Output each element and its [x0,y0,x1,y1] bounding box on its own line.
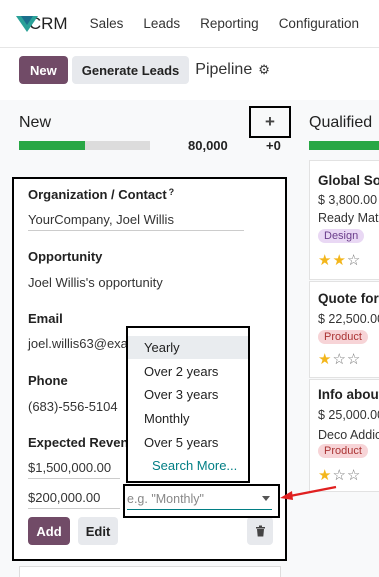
star-icon[interactable]: ☆ [347,252,361,269]
org-contact-label: Organization / Contact? [28,187,175,202]
dropdown-option[interactable]: Over 3 years [128,383,248,406]
column-delta: +0 [266,138,281,153]
dropdown-option[interactable]: Yearly [128,336,248,359]
page-title: Pipeline [195,61,253,78]
priority-stars[interactable]: ★★☆ [318,251,361,269]
star-icon[interactable]: ★ [332,252,346,269]
nav-item-configuration[interactable]: Configuration [279,16,359,31]
nav-item-reporting[interactable]: Reporting [200,16,259,31]
column-title-qualified[interactable]: Qualified [309,114,372,132]
field-underline [127,509,272,510]
star-icon[interactable]: ☆ [347,351,361,368]
card-title: Info about [318,387,379,402]
star-icon[interactable]: ☆ [347,467,361,484]
card-tag: Product [318,330,368,344]
trash-icon[interactable] [247,517,273,545]
dropdown-option[interactable]: Over 2 years [128,360,248,383]
field-underline [28,230,244,231]
opportunity-field[interactable]: Joel Willis's opportunity [28,275,163,290]
column-title-new[interactable]: New [19,114,51,132]
priority-stars[interactable]: ★☆☆ [318,350,361,368]
card-amount: $ 22,500.00 [318,312,379,326]
add-button[interactable]: Add [28,517,70,545]
field-underline [28,478,120,479]
crm-logo-icon[interactable] [16,14,38,34]
gear-icon[interactable]: ⚙ [258,62,270,78]
help-tooltip-icon[interactable]: ? [169,187,175,197]
email-field[interactable]: joel.willis63@exam [28,336,139,351]
card-tag: Product [318,444,368,458]
card-tag: Design [318,229,365,243]
star-icon[interactable]: ☆ [332,351,346,368]
nav-item-sales[interactable]: Sales [90,16,124,31]
email-label: Email [28,311,63,326]
dropdown-option[interactable]: Monthly [128,407,248,430]
kanban-card[interactable]: Info about $ 25,000.00 Deco Addic Produc… [309,379,379,492]
card-amount: $ 3,800.00 [318,193,378,207]
card-company: Ready Mat [318,211,379,225]
column-progress-bar[interactable] [19,141,150,150]
top-navbar: CRM Sales Leads Reporting Configuration [0,0,379,48]
opportunity-label: Opportunity [28,249,103,264]
card-company: Deco Addic [318,428,379,442]
edit-button[interactable]: Edit [78,517,118,545]
recurring-plan-dropdown: Yearly Over 2 years Over 3 years Monthly… [126,326,250,483]
star-icon[interactable]: ★ [318,252,332,269]
card-amount: $ 25,000.00 [318,408,379,422]
column-total: 80,000 [188,138,228,153]
kanban-card[interactable]: Global Sol $ 3,800.00 Ready Mat Design ★… [309,160,379,280]
dropdown-option[interactable]: Over 5 years [128,431,248,454]
priority-stars[interactable]: ★☆☆ [318,466,361,484]
kanban-card[interactable]: Quote for $ 22,500.00 Product ★☆☆ [309,281,379,378]
qualified-progress-bar[interactable] [309,141,379,150]
recurring-plan-placeholder: e.g. "Monthly" [127,492,204,506]
star-icon[interactable]: ★ [318,467,332,484]
progress-fill [19,141,85,150]
card-title: Quote for [318,291,379,306]
expected-revenue-field[interactable]: $1,500,000.00 [28,460,111,475]
control-panel: New Generate Leads Pipeline ⚙ [19,56,270,84]
chevron-down-icon[interactable] [262,496,270,501]
new-button[interactable]: New [19,56,68,84]
annotation-arrow-icon [280,485,337,500]
field-underline [28,508,120,509]
quick-create-plus-button[interactable]: + [249,106,291,138]
phone-label: Phone [28,373,68,388]
kanban-card[interactable] [19,566,281,577]
recurring-plan-input[interactable]: e.g. "Monthly" [123,484,280,518]
generate-leads-button[interactable]: Generate Leads [71,56,190,84]
nav-item-leads[interactable]: Leads [143,16,180,31]
phone-field[interactable]: (683)-556-5104 [28,399,118,414]
search-more-link[interactable]: Search More... [128,454,248,477]
star-icon[interactable]: ★ [318,351,332,368]
org-contact-field[interactable]: YourCompany, Joel Willis [28,212,174,227]
card-title: Global Sol [318,173,379,188]
star-icon[interactable]: ☆ [332,467,346,484]
recurring-revenue-field[interactable]: $200,000.00 [28,490,100,505]
